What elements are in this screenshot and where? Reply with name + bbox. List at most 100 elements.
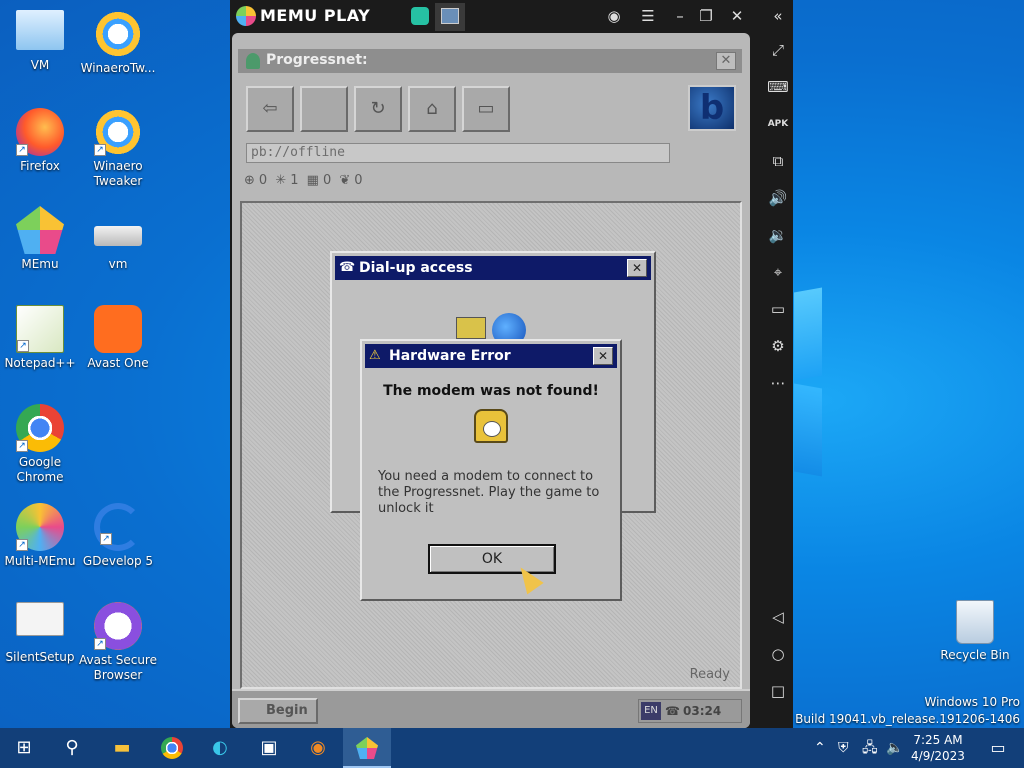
recents-icon[interactable]: □	[763, 679, 793, 703]
dialup-close-button[interactable]: ✕	[627, 259, 647, 277]
chip-counter-icon: ▦	[306, 173, 319, 188]
bug-counter: 1	[290, 173, 299, 188]
location-icon[interactable]: ⌖	[763, 260, 793, 284]
memu-home-tab-icon[interactable]	[411, 7, 429, 25]
desktop-icon-label: Multi-MEmu	[4, 554, 76, 568]
menu-icon[interactable]: ☰	[638, 6, 658, 26]
setup-icon	[16, 602, 64, 636]
desktop-icon-firefox[interactable]: ↗ Firefox	[0, 108, 80, 174]
add-window-icon[interactable]: ⧉	[763, 149, 793, 173]
folder-button[interactable]: ▭	[462, 86, 510, 132]
desktop-icon-gdevelop[interactable]: ↗ GDevelop 5	[78, 503, 158, 569]
desktop-icon-multimemu[interactable]: ↗ Multi-MEmu	[0, 503, 80, 569]
volume-down-icon[interactable]: 🔉	[763, 223, 793, 247]
language-indicator[interactable]: EN	[641, 702, 661, 720]
inner-clock: 03:24 AM	[683, 704, 722, 728]
desktop-icon-label: MEmu	[21, 257, 59, 271]
ok-button[interactable]: OK	[428, 544, 556, 574]
desktop-icon-vm-drive[interactable]: vm	[78, 206, 158, 272]
memu-app-tab[interactable]	[435, 3, 465, 31]
folder-icon[interactable]: ▭	[763, 297, 793, 321]
bird-counter: 0	[354, 173, 363, 188]
collapse-icon[interactable]: «	[763, 4, 793, 28]
avast-browser-taskbar-icon[interactable]: ◉	[294, 728, 342, 768]
memu-titlebar[interactable]: MEMU PLAY ◉ ☰ – ❐ ✕	[230, 0, 793, 32]
progressnet-icon	[246, 53, 260, 69]
fullscreen-icon[interactable]: ⤢	[763, 38, 793, 62]
more-icon[interactable]: ⋯	[763, 371, 793, 395]
status-ready: Ready	[689, 667, 730, 682]
desktop-icon-avast-one[interactable]: Avast One	[78, 305, 158, 371]
firefox-icon: ↗	[16, 108, 64, 156]
avast-browser-icon: ↗	[94, 602, 142, 650]
show-hidden-icons[interactable]: ⌃	[814, 728, 826, 768]
back-icon[interactable]: ◁	[763, 605, 793, 629]
app-title: Progressnet:	[266, 52, 368, 68]
desktop-icon-chrome[interactable]: ↗ Google Chrome	[0, 404, 80, 485]
winaero-icon: ↗	[94, 108, 142, 156]
desktop-icon-silentsetup[interactable]: SilentSetup	[0, 602, 80, 665]
home-icon[interactable]: ○	[763, 642, 793, 666]
desktop-icon-winaero-tweaker[interactable]: ↗ Winaero Tweaker	[78, 108, 158, 189]
computer-icon	[16, 10, 64, 50]
desktop-icon-winaerotw[interactable]: WinaeroTw...	[78, 10, 158, 76]
app-close-button[interactable]: ✕	[716, 52, 736, 70]
terminal-icon[interactable]: ▣	[245, 728, 293, 768]
emulator-screen: Progressnet: ✕ ⇦ ↻ ⌂ ▭ b pb://offline ⊕ 0…	[232, 33, 750, 728]
error-heading: The modem was not found!	[383, 383, 599, 399]
memu-brand: MEMU PLAY	[260, 6, 371, 25]
warning-icon: ⚠	[369, 348, 381, 363]
desktop-icon-vm[interactable]: VM	[0, 10, 80, 73]
error-close-button[interactable]: ✕	[593, 347, 613, 365]
address-bar[interactable]: pb://offline	[246, 143, 670, 163]
clock-counter-icon: ⊕	[244, 173, 255, 188]
desktop-icon-label: VM	[30, 58, 50, 72]
status-counters: ⊕ 0 ✳ 1 ▦ 0 ❦ 0	[244, 173, 367, 193]
home-button[interactable]: ⌂	[408, 86, 456, 132]
phone-icon: ☎	[339, 260, 356, 275]
settings-icon[interactable]: ⚙	[763, 334, 793, 358]
app-titlebar: Progressnet: ✕	[238, 49, 742, 73]
recycle-bin[interactable]: Recycle Bin	[940, 600, 1010, 662]
begin-button[interactable]: Begin	[238, 698, 318, 724]
back-button[interactable]: ⇦	[246, 86, 294, 132]
apk-icon[interactable]: APK	[763, 112, 793, 136]
app-tab-icon	[441, 8, 459, 24]
minimize-icon[interactable]: –	[670, 6, 690, 26]
avast-icon	[94, 305, 142, 353]
desktop-icon-label: GDevelop 5	[82, 554, 154, 568]
memu-taskbar-icon[interactable]	[343, 728, 391, 768]
desktop-icon-label: Avast Secure Browser	[79, 653, 157, 682]
memu-logo-icon	[236, 6, 256, 26]
restore-icon[interactable]: ❐	[696, 6, 716, 26]
clock-counter: 0	[258, 173, 268, 188]
search-icon[interactable]: ⚲	[48, 728, 96, 768]
notifications-icon[interactable]: ▭	[980, 728, 1016, 768]
close-icon[interactable]: ✕	[727, 6, 747, 26]
phone-tray-icon: ☎	[665, 704, 680, 718]
system-clock[interactable]: 7:25 AM 4/9/2023	[906, 732, 970, 764]
desktop-icon-notepadpp[interactable]: ↗ Notepad++	[0, 305, 80, 371]
notepadpp-icon: ↗	[16, 305, 64, 353]
edge-icon[interactable]: ◐	[196, 728, 244, 768]
forward-button[interactable]	[300, 86, 348, 132]
keyboard-icon[interactable]: ⌨	[763, 75, 793, 99]
desktop-icon-avast-browser[interactable]: ↗ Avast Secure Browser	[78, 602, 158, 683]
start-button[interactable]: ⊞	[0, 728, 48, 768]
security-tray-icon[interactable]: ⛨	[838, 728, 849, 768]
network-icon[interactable]: 🖧	[862, 728, 878, 768]
recycle-bin-label: Recycle Bin	[940, 648, 1010, 662]
volume-icon[interactable]: 🔈	[886, 728, 903, 768]
refresh-button[interactable]: ↻	[354, 86, 402, 132]
chrome-taskbar-icon[interactable]	[148, 728, 196, 768]
desktop-icon-memu[interactable]: MEmu	[0, 206, 80, 272]
browser-logo: b	[688, 85, 736, 131]
clock-date: 4/9/2023	[911, 749, 965, 763]
user-icon[interactable]: ◉	[604, 6, 624, 26]
drive-icon	[94, 226, 142, 246]
volume-up-icon[interactable]: 🔊	[763, 186, 793, 210]
inner-tray: EN ☎ 03:24 AM	[638, 699, 742, 728]
desktop-icon-label: Notepad++	[4, 356, 76, 370]
desktop-icon-label: SilentSetup	[5, 650, 75, 664]
file-explorer-icon[interactable]: ▬	[98, 728, 146, 768]
